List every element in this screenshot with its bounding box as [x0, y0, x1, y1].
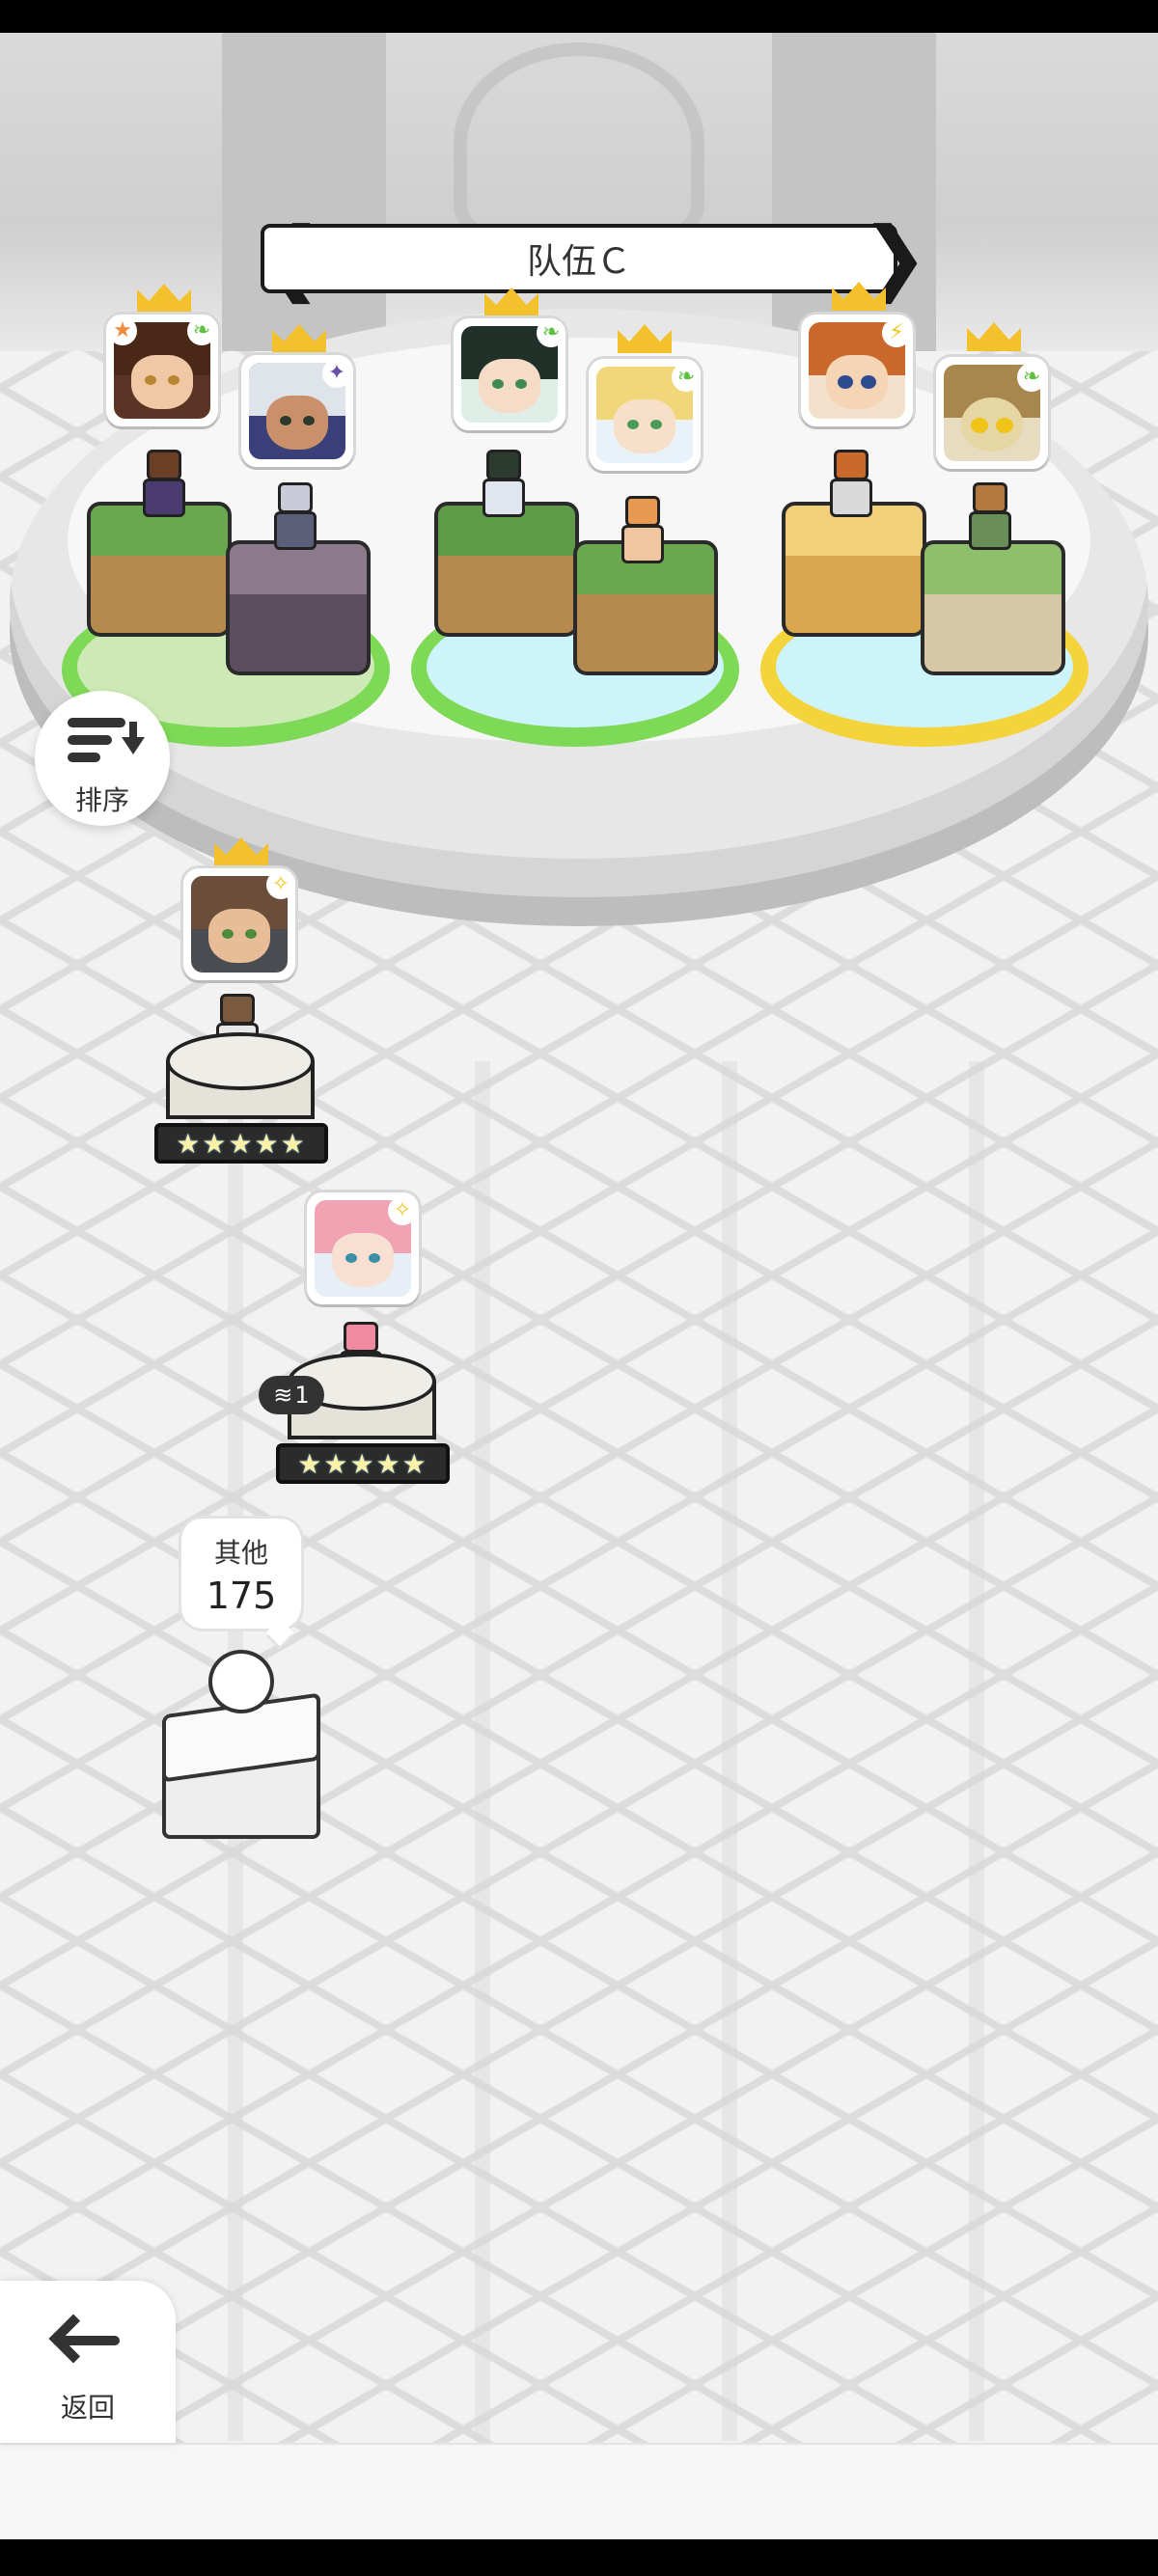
other-heroes-bubble[interactable]: 其他 175	[181, 1519, 301, 1629]
backdrop-emblem	[454, 42, 704, 245]
other-heroes-pedestal[interactable]	[162, 1650, 320, 1843]
star-rating-bar: ★★★★★	[276, 1443, 450, 1484]
team-name-banner: 队伍Ｃ	[261, 224, 897, 293]
star-rating: ★★★★★	[176, 1127, 307, 1160]
other-label: 其他	[213, 1537, 268, 1569]
grass-block	[434, 502, 579, 646]
earth-element-icon: ❧	[537, 318, 565, 347]
footer-strip	[0, 2443, 1158, 2541]
duplicate-count: 1	[294, 1382, 310, 1409]
status-bar	[0, 0, 1158, 33]
hero-sprite[interactable]	[266, 482, 324, 554]
placeholder-hero-icon	[208, 1650, 274, 1713]
light-element-icon: ⚡	[882, 318, 911, 347]
star-rating-bar: ★★★★★	[154, 1123, 328, 1164]
light-element-icon: ✧	[388, 1196, 417, 1225]
back-arrow-icon	[48, 2314, 122, 2366]
sort-button[interactable]: 排序	[35, 691, 170, 826]
sand-block	[782, 502, 926, 646]
navigation-bar	[0, 2539, 1158, 2576]
grass-block	[921, 540, 1065, 685]
hero-sprite[interactable]	[475, 450, 533, 521]
star-rating: ★★★★★	[297, 1447, 428, 1480]
back-label: 返回	[60, 2392, 115, 2424]
earth-element-icon: ❧	[187, 316, 216, 345]
star-rank-icon: ★	[108, 316, 137, 345]
other-count: 175	[206, 1575, 277, 1617]
light-element-icon: ✧	[266, 870, 295, 899]
stack-icon: ≋	[273, 1382, 293, 1409]
hero-sprite[interactable]	[822, 450, 880, 521]
sort-label: 排序	[74, 784, 129, 816]
back-button[interactable]: 返回	[0, 2281, 176, 2443]
next-team-button[interactable]: ❯	[861, 216, 928, 299]
earth-element-icon: ❧	[1017, 363, 1046, 392]
grass-block	[87, 502, 232, 646]
stone-block	[226, 540, 371, 685]
earth-element-icon: ❧	[672, 363, 701, 392]
hero-sprite[interactable]	[961, 482, 1019, 554]
hero-sprite[interactable]	[135, 450, 193, 521]
hero-sprite[interactable]	[614, 496, 672, 567]
sort-icon	[68, 714, 145, 772]
duplicate-count-badge: ≋ 1	[259, 1376, 324, 1414]
dark-element-icon: ✦	[322, 359, 351, 388]
